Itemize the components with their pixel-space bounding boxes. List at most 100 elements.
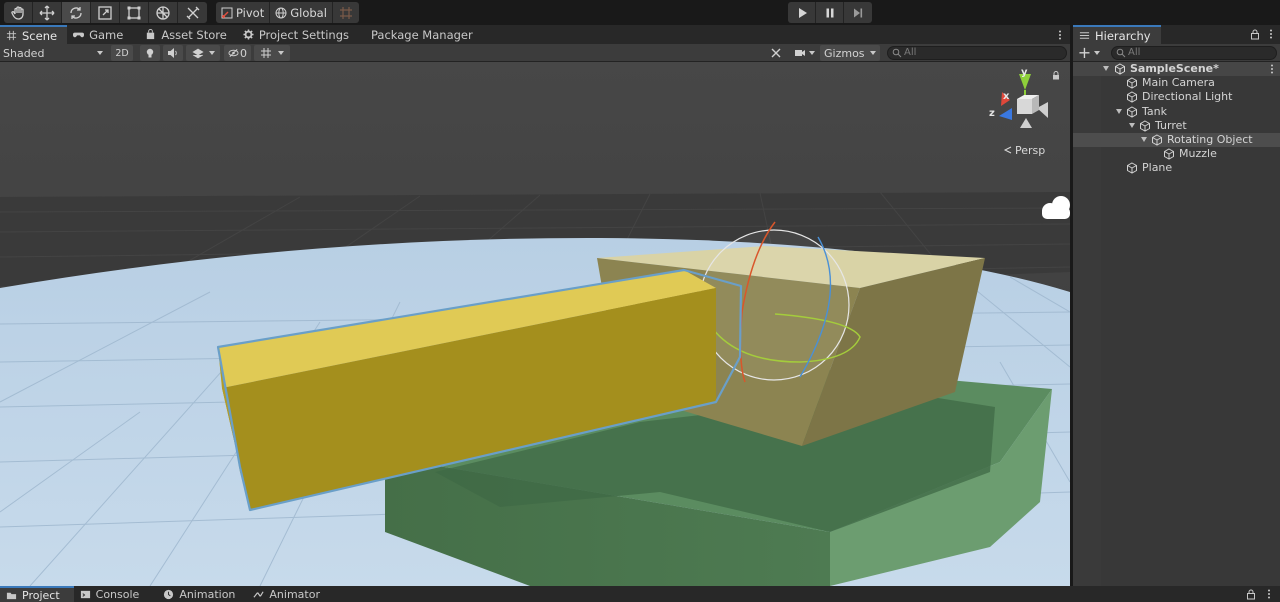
hierarchy-panel: Hierarchy + All SampleScene* Main Camera — [1073, 25, 1280, 586]
2d-toggle[interactable]: 2D — [111, 45, 133, 61]
grid-snap-icon — [339, 6, 352, 19]
tab-scene[interactable]: Scene — [0, 25, 68, 44]
scene-viewport[interactable]: y x z Persp — [0, 62, 1070, 586]
hierarchy-item-directional-light[interactable]: Directional Light — [1073, 90, 1280, 104]
snap-toggle[interactable] — [333, 2, 359, 23]
search-icon — [1116, 48, 1126, 58]
expand-arrow-icon[interactable] — [1103, 66, 1109, 71]
speaker-icon — [168, 48, 177, 58]
play-button[interactable] — [788, 2, 816, 23]
hierarchy-item-tank[interactable]: Tank — [1073, 105, 1280, 119]
kebab-menu-icon — [1268, 589, 1270, 599]
scene-panel-menu-button[interactable] — [1054, 25, 1066, 44]
lock-icon — [1247, 589, 1255, 600]
layers-icon — [191, 48, 204, 59]
custom-tool-button[interactable] — [178, 2, 207, 23]
hierarchy-item-label: Main Camera — [1142, 76, 1215, 90]
hand-icon — [11, 5, 24, 20]
hierarchy-menu-button[interactable] — [1265, 27, 1277, 41]
gear-icon — [243, 29, 254, 40]
tab-hierarchy[interactable]: Hierarchy — [1073, 25, 1161, 44]
tab-console[interactable]: Console — [74, 586, 150, 602]
tools-button[interactable] — [768, 44, 784, 62]
cube-icon — [1127, 91, 1137, 103]
grid-dropdown[interactable] — [254, 45, 290, 61]
tab-console-label: Console — [95, 587, 140, 601]
pause-icon — [826, 8, 833, 17]
kebab-menu-icon — [1059, 30, 1061, 39]
expand-arrow-icon[interactable] — [1141, 136, 1147, 142]
project-menu-button[interactable] — [1263, 586, 1275, 602]
shading-mode-dropdown[interactable]: Shaded — [0, 44, 106, 62]
lock-icon — [1251, 29, 1259, 40]
move-tool-button[interactable] — [33, 2, 62, 23]
expand-arrow-icon[interactable] — [1129, 122, 1135, 128]
add-object-dropdown[interactable]: + — [1077, 44, 1101, 62]
tab-game-label: Game — [89, 27, 124, 42]
transform-tools — [4, 2, 207, 23]
pivot-label: Pivot — [236, 5, 265, 20]
gamepad-icon — [73, 32, 85, 38]
hand-tool-button[interactable] — [4, 2, 33, 23]
dropdown-arrow-icon — [1094, 51, 1101, 55]
rotate-tool-button[interactable] — [62, 2, 91, 23]
eye-slash-icon — [228, 49, 239, 57]
transform-tool-button[interactable] — [149, 2, 178, 23]
hierarchy-item-main-camera[interactable]: Main Camera — [1073, 76, 1280, 90]
camera-dropdown[interactable] — [790, 44, 818, 62]
bottom-tab-bar: Project Console Animation Animator — [0, 586, 1280, 602]
tab-animator[interactable]: Animator — [247, 586, 330, 602]
scene-search-input[interactable]: All — [887, 46, 1067, 60]
tab-project[interactable]: Project — [0, 586, 74, 602]
rect-tool-button[interactable] — [120, 2, 149, 23]
tab-package-manager[interactable]: Package Manager — [359, 25, 483, 44]
scene-search-placeholder: All — [904, 47, 917, 58]
hierarchy-lock-button[interactable] — [1249, 27, 1261, 41]
dropdown-arrow-icon — [870, 51, 876, 55]
pause-button[interactable] — [816, 2, 844, 23]
step-icon — [854, 8, 863, 17]
gizmos-dropdown[interactable]: Gizmos — [820, 45, 880, 61]
play-icon — [798, 7, 807, 18]
scene-visibility-toggle[interactable]: 0 — [224, 45, 251, 61]
axis-x-label: x — [1003, 91, 1010, 102]
shading-mode-value: Shaded — [3, 46, 45, 60]
unity-scene-icon — [1115, 63, 1125, 75]
cube-icon — [1127, 77, 1137, 89]
step-button[interactable] — [844, 2, 872, 23]
global-toggle[interactable]: Global — [270, 2, 333, 23]
hierarchy-item-rotating-object[interactable]: Rotating Object — [1073, 132, 1280, 148]
hierarchy-item-label: Turret — [1155, 118, 1187, 132]
pivot-toggle[interactable]: Pivot — [216, 2, 271, 23]
scale-tool-button[interactable] — [91, 2, 120, 23]
clock-icon — [164, 589, 174, 599]
hierarchy-item-plane[interactable]: Plane — [1073, 161, 1280, 175]
tab-project-settings[interactable]: Project Settings — [237, 25, 359, 44]
axis-y-label: y — [1021, 67, 1028, 78]
cube-icon — [1164, 148, 1174, 160]
hierarchy-search-input[interactable]: All — [1111, 46, 1277, 60]
tab-animation[interactable]: Animation — [157, 586, 245, 602]
globe-icon — [275, 7, 287, 18]
tab-game[interactable]: Game — [67, 25, 133, 44]
hierarchy-item-label: Directional Light — [1142, 90, 1233, 104]
hidden-count: 0 — [240, 46, 247, 60]
hierarchy-item-muzzle[interactable]: Muzzle — [1073, 147, 1280, 161]
tab-asset-store[interactable]: Asset Store — [139, 25, 237, 44]
audio-toggle[interactable] — [163, 45, 183, 61]
effects-dropdown[interactable] — [186, 45, 220, 61]
hierarchy-item-turret[interactable]: Turret — [1073, 119, 1280, 133]
projection-label[interactable]: Persp — [1015, 144, 1045, 157]
expand-arrow-icon[interactable] — [1116, 108, 1122, 114]
dropdown-arrow-icon — [808, 51, 815, 55]
project-lock-button[interactable] — [1245, 586, 1257, 602]
move-arrows-icon — [39, 5, 55, 20]
tab-animation-label: Animation — [179, 587, 236, 601]
rect-icon — [127, 6, 141, 19]
lighting-toggle[interactable] — [140, 45, 160, 61]
hierarchy-item-label: Rotating Object — [1167, 132, 1253, 146]
animator-icon — [253, 590, 265, 598]
kebab-menu-icon[interactable] — [1267, 63, 1277, 75]
tab-asset-store-label: Asset Store — [161, 27, 227, 42]
hierarchy-item-samplescene[interactable]: SampleScene* — [1073, 62, 1280, 77]
